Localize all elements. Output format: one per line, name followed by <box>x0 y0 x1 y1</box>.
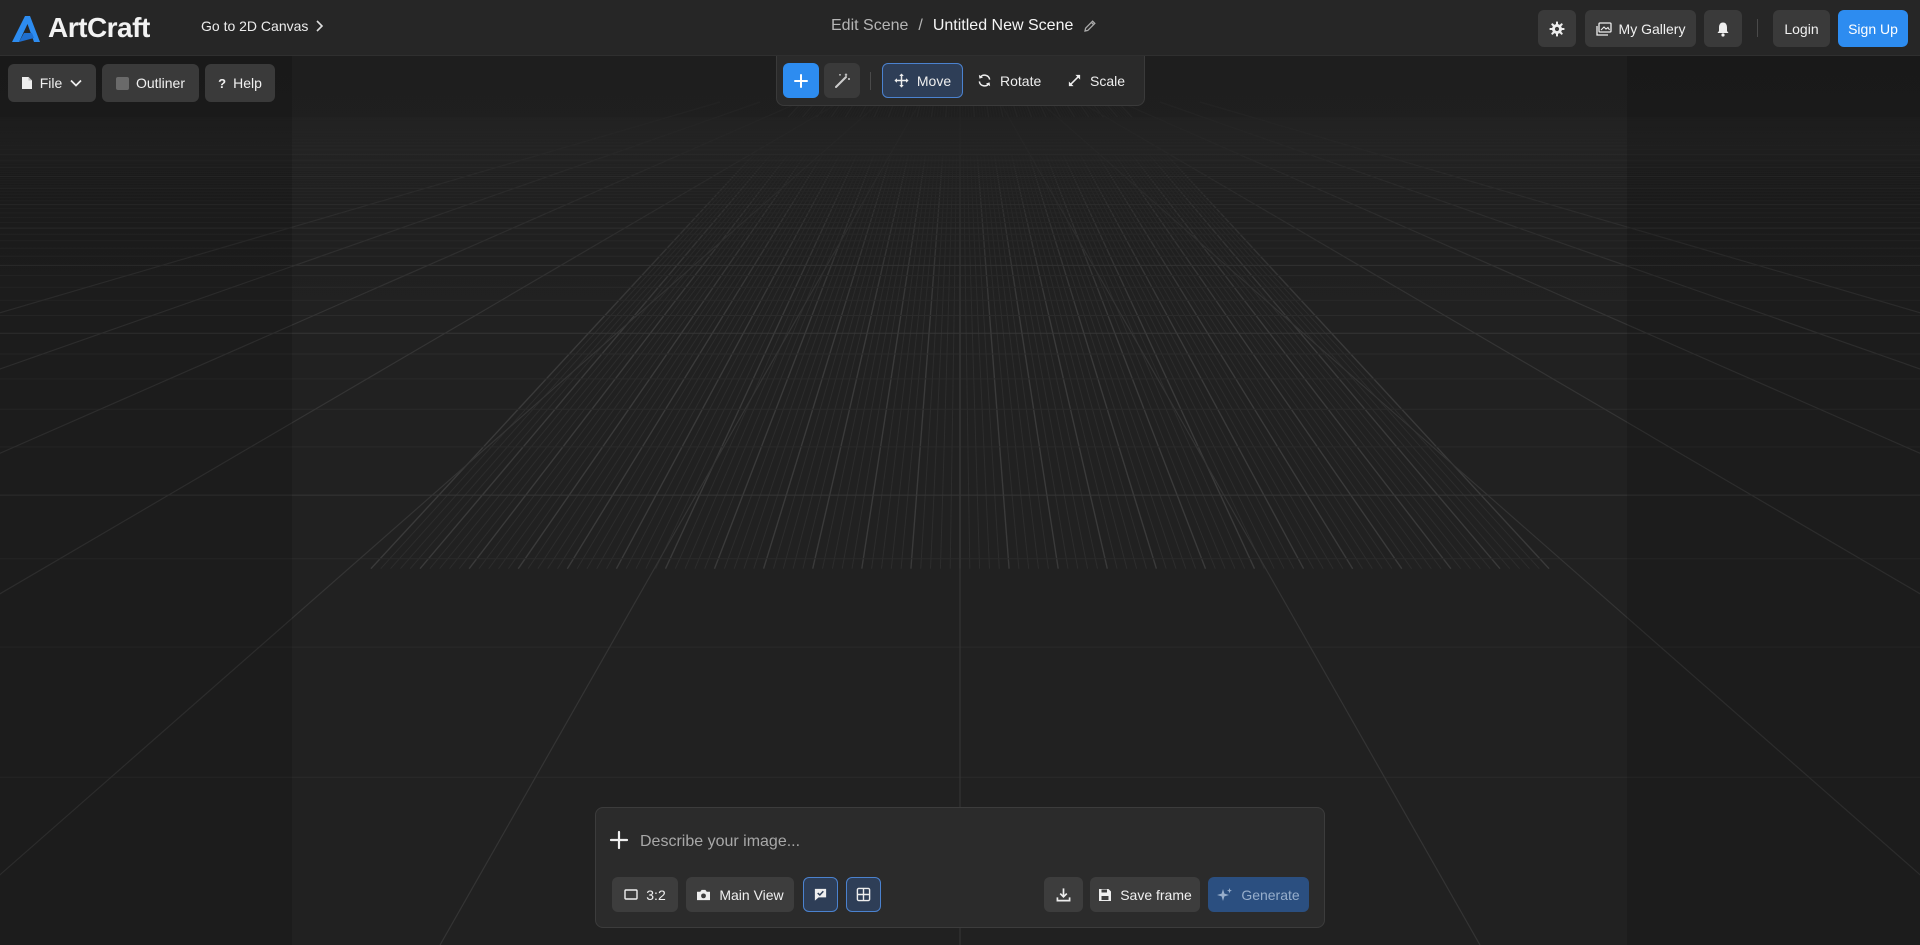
aspect-ratio-button[interactable]: 3:2 <box>612 877 678 912</box>
notifications-button[interactable] <box>1704 10 1742 47</box>
my-gallery-button[interactable]: My Gallery <box>1585 10 1696 47</box>
generate-label: Generate <box>1241 886 1300 903</box>
brand-logo[interactable]: ArtCraft <box>10 12 150 44</box>
generate-button[interactable]: Generate <box>1208 877 1309 912</box>
prompt-panel: 3:2 Main View Save frame Generate <box>595 807 1325 928</box>
save-frame-button[interactable]: Save frame <box>1090 877 1200 912</box>
sparkle-icon <box>1217 887 1233 901</box>
top-bar: ArtCraft Go to 2D Canvas Edit Scene / Un… <box>0 0 1920 56</box>
outliner-square-icon <box>115 76 129 90</box>
grid-toggle-button[interactable] <box>846 877 881 912</box>
plus-icon <box>609 830 629 850</box>
rotate-icon <box>978 74 991 87</box>
move-tool-button[interactable]: Move <box>882 63 963 98</box>
prompt-input[interactable] <box>640 828 1280 856</box>
file-icon <box>21 77 32 89</box>
go-to-2d-canvas-link[interactable]: Go to 2D Canvas <box>201 18 324 34</box>
aspect-ratio-label: 3:2 <box>646 886 666 903</box>
brand-name: ArtCraft <box>48 12 150 43</box>
move-arrows-icon <box>894 73 909 88</box>
scene-title: Untitled New Scene <box>932 17 1074 34</box>
breadcrumb-separator: / <box>918 17 923 34</box>
scale-tool-button[interactable]: Scale <box>1067 63 1127 98</box>
login-button[interactable]: Login <box>1773 10 1830 47</box>
save-floppy-icon <box>1099 888 1112 901</box>
go-to-2d-canvas-label: Go to 2D Canvas <box>201 18 309 34</box>
artcraft-logo-icon <box>12 16 40 42</box>
download-button[interactable] <box>1044 877 1083 912</box>
sign-up-button[interactable]: Sign Up <box>1838 10 1908 47</box>
camera-view-button[interactable]: Main View <box>686 877 794 912</box>
magic-wand-button[interactable] <box>824 63 860 98</box>
magic-wand-icon <box>835 73 850 88</box>
add-reference-button[interactable] <box>609 830 629 850</box>
download-icon <box>1056 888 1071 902</box>
edit-title-pencil-icon[interactable] <box>1083 19 1097 33</box>
sign-up-label: Sign Up <box>1848 20 1898 37</box>
add-object-button[interactable] <box>783 63 819 98</box>
outliner-button[interactable]: Outliner <box>102 64 199 102</box>
file-menu-label: File <box>39 75 63 91</box>
transform-toolbar: Move Rotate Scale <box>776 56 1145 106</box>
rotate-tool-button[interactable]: Rotate <box>977 63 1045 98</box>
question-mark-icon: ? <box>218 75 227 91</box>
move-label: Move <box>916 72 952 89</box>
grid-icon <box>856 887 871 902</box>
chat-check-icon <box>814 888 827 901</box>
my-gallery-label: My Gallery <box>1618 20 1686 37</box>
aspect-ratio-icon <box>624 889 638 900</box>
gear-icon <box>1549 21 1565 36</box>
toolbar-divider <box>870 72 871 90</box>
expand-arrows-icon <box>1068 74 1081 87</box>
save-frame-label: Save frame <box>1120 886 1192 903</box>
scale-label: Scale <box>1090 72 1126 89</box>
header-divider <box>1757 19 1758 37</box>
outliner-label: Outliner <box>135 75 186 91</box>
file-menu-button[interactable]: File <box>8 64 96 102</box>
settings-button[interactable] <box>1538 10 1576 47</box>
viewport-right-shade <box>1627 56 1920 945</box>
gallery-icon <box>1595 21 1612 36</box>
camera-icon <box>697 889 711 901</box>
plus-icon <box>794 73 808 88</box>
help-button[interactable]: ? Help <box>205 64 275 102</box>
camera-view-label: Main View <box>719 886 784 903</box>
chat-toggle-button[interactable] <box>803 877 838 912</box>
bell-icon <box>1717 22 1729 37</box>
breadcrumb-parent[interactable]: Edit Scene <box>831 17 908 35</box>
chevron-right-icon <box>316 20 324 32</box>
login-label: Login <box>1784 20 1819 37</box>
breadcrumb: Edit Scene / Untitled New Scene <box>831 17 1097 35</box>
rotate-label: Rotate <box>1000 72 1042 89</box>
chevron-down-icon <box>70 79 82 87</box>
viewport-left-shade <box>0 56 292 945</box>
help-label: Help <box>233 75 262 91</box>
